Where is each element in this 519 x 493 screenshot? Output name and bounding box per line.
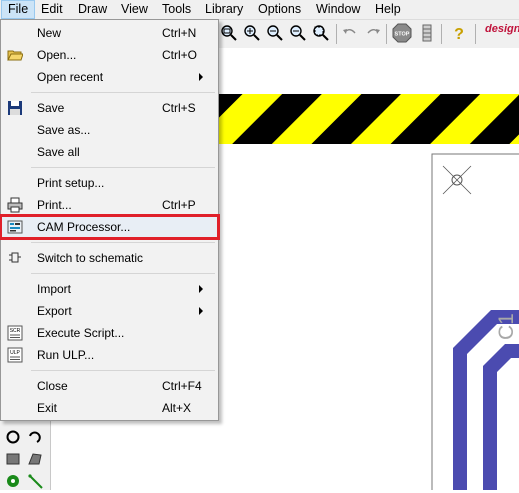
circle-tool-icon[interactable]	[6, 430, 20, 444]
undo-icon[interactable]	[341, 24, 359, 42]
menu-item-label: Run ULP...	[37, 348, 95, 362]
zoom-out-icon[interactable]	[289, 24, 307, 42]
menu-item-label: Save all	[37, 145, 80, 159]
menu-item-label: Open...	[37, 48, 77, 62]
menu-item-label: Exit	[37, 401, 58, 415]
toolbar-separator	[386, 24, 387, 44]
menu-separator	[31, 370, 215, 371]
menu-item-save-as[interactable]: Save as...	[1, 119, 218, 141]
menu-library[interactable]: Library	[199, 0, 249, 19]
menu-item-open[interactable]: Open... Ctrl+O	[1, 44, 218, 66]
printer-icon	[7, 197, 23, 213]
menu-edit[interactable]: Edit	[35, 0, 69, 19]
menu-item-shortcut: Ctrl+O	[162, 48, 198, 62]
menu-item-shortcut: Ctrl+S	[162, 101, 196, 115]
toolbar-separator	[441, 24, 442, 44]
menu-item-label: Execute Script...	[37, 326, 125, 340]
menu-item-save-all[interactable]: Save all	[1, 141, 218, 163]
menu-item-label: CAM Processor...	[37, 220, 131, 234]
menu-item-shortcut: Ctrl+N	[162, 26, 197, 40]
menu-item-label: Switch to schematic	[37, 251, 144, 265]
menu-item-run-ulp[interactable]: ULP Run ULP...	[1, 344, 218, 366]
go-icon[interactable]	[418, 24, 436, 42]
menu-item-label: Open recent	[37, 70, 104, 84]
menu-separator	[31, 273, 215, 274]
ulp-icon: ULP	[7, 347, 23, 363]
script-icon: SCR	[7, 325, 23, 341]
menu-item-open-recent[interactable]: Open recent	[1, 66, 218, 88]
svg-text:?: ?	[454, 26, 464, 42]
rectangle-tool-icon[interactable]	[6, 452, 20, 466]
submenu-arrow-icon	[199, 73, 203, 81]
menu-item-print-setup[interactable]: Print setup...	[1, 172, 218, 194]
design-link-logo[interactable]: design	[485, 23, 519, 35]
folder-icon	[7, 50, 23, 61]
redo-icon[interactable]	[364, 24, 382, 42]
menu-item-shortcut: Ctrl+P	[162, 198, 196, 212]
via-tool-icon[interactable]	[6, 474, 20, 488]
menu-tools[interactable]: Tools	[156, 0, 197, 19]
zoom-in-icon[interactable]	[243, 24, 261, 42]
menu-item-label: Save as...	[37, 123, 91, 137]
svg-text:ULP: ULP	[10, 350, 20, 356]
menu-item-label: Print setup...	[37, 176, 105, 190]
menu-item-label: Print...	[37, 198, 72, 212]
help-icon[interactable]: ?	[450, 24, 468, 42]
zoom-to-fit-icon[interactable]	[220, 24, 238, 42]
menu-view[interactable]: View	[115, 0, 154, 19]
menu-item-cam-processor[interactable]: CAM Processor...	[0, 214, 220, 240]
menu-item-exit[interactable]: Exit Alt+X	[1, 397, 218, 419]
menu-item-label: New	[37, 26, 62, 40]
toolbar-separator	[475, 24, 476, 44]
menu-item-new[interactable]: New Ctrl+N	[1, 22, 218, 44]
menu-draw[interactable]: Draw	[72, 0, 113, 19]
menu-separator	[31, 92, 215, 93]
menu-item-import[interactable]: Import	[1, 278, 218, 300]
menu-bar: File Edit Draw View Tools Library Option…	[0, 0, 519, 20]
menu-item-shortcut: Ctrl+F4	[162, 379, 202, 393]
zoom-select-icon[interactable]	[312, 24, 330, 42]
menu-file[interactable]: File	[1, 0, 36, 19]
menu-item-shortcut: Alt+X	[162, 401, 192, 415]
menu-item-label: Export	[37, 304, 72, 318]
file-menu-dropdown: New Ctrl+N Open... Ctrl+O Open recent Sa…	[0, 19, 220, 421]
stop-label: STOP	[395, 32, 410, 38]
menu-item-export[interactable]: Export	[1, 300, 218, 322]
schematic-icon	[9, 252, 21, 263]
menu-options[interactable]: Options	[252, 0, 307, 19]
arc-tool-icon[interactable]	[28, 430, 42, 444]
part-label-c1: C1	[495, 313, 518, 340]
menu-item-switch-to-schematic[interactable]: Switch to schematic	[1, 247, 218, 269]
menu-item-label: Save	[37, 101, 65, 115]
menu-item-execute-script[interactable]: SCR Execute Script...	[1, 322, 218, 344]
floppy-disk-icon	[8, 101, 22, 115]
cam-processor-icon	[7, 220, 23, 234]
menu-separator	[31, 167, 215, 168]
polygon-tool-icon[interactable]	[28, 452, 42, 466]
menu-item-close[interactable]: Close Ctrl+F4	[1, 375, 218, 397]
menu-window[interactable]: Window	[310, 0, 366, 19]
menu-item-print[interactable]: Print... Ctrl+P	[1, 194, 218, 216]
submenu-arrow-icon	[199, 307, 203, 315]
menu-item-label: Import	[37, 282, 72, 296]
submenu-arrow-icon	[199, 285, 203, 293]
toolbar-separator	[336, 24, 337, 44]
stop-icon[interactable]: STOP	[392, 23, 412, 43]
svg-text:SCR: SCR	[10, 328, 21, 334]
menu-item-label: Close	[37, 379, 68, 393]
menu-item-save[interactable]: Save Ctrl+S	[1, 97, 218, 119]
menu-help[interactable]: Help	[369, 0, 407, 19]
zoom-out-icon[interactable]	[266, 24, 284, 42]
route-tool-icon[interactable]	[28, 474, 44, 490]
menu-separator	[31, 242, 215, 243]
